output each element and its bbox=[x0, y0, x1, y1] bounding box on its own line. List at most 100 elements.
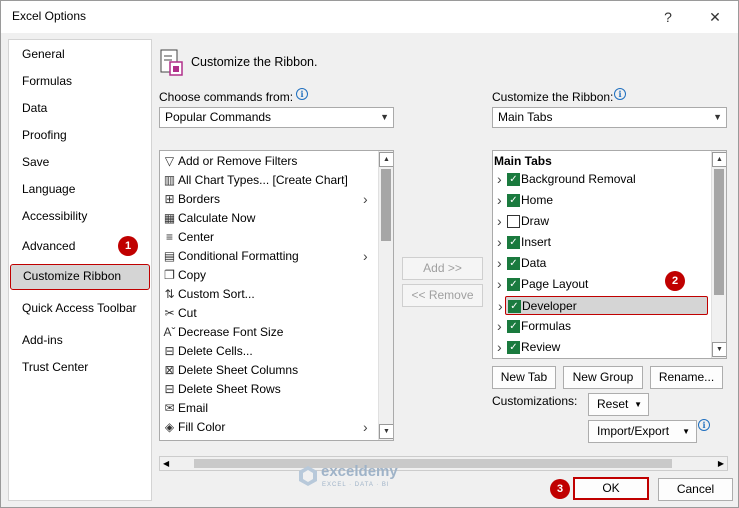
tab-tree-item[interactable]: › ✓ Review bbox=[493, 338, 709, 357]
customize-ribbon-value: Main Tabs bbox=[498, 110, 553, 124]
scroll-thumb[interactable] bbox=[381, 169, 391, 241]
command-item[interactable]: ❐ Copy bbox=[160, 266, 376, 285]
customize-ribbon-dropdown[interactable]: Main Tabs ▼ bbox=[492, 107, 727, 128]
horizontal-scrollbar[interactable]: ◀ ▶ bbox=[159, 456, 728, 471]
tab-label: Formulas bbox=[521, 319, 572, 333]
command-item[interactable]: ≡ Center bbox=[160, 228, 376, 247]
borders-icon: ⊞ bbox=[164, 192, 175, 206]
command-item[interactable]: ▦ Calculate Now bbox=[160, 209, 376, 228]
command-item[interactable]: ⊞ Borders › bbox=[160, 190, 376, 209]
scroll-up-icon[interactable]: ▲ bbox=[379, 152, 393, 167]
tab-tree-item[interactable]: › ✓ Background Removal bbox=[493, 170, 709, 189]
nav-item-data[interactable]: Data bbox=[9, 95, 151, 121]
tab-checkbox[interactable]: ✓ bbox=[507, 236, 520, 249]
close-icon[interactable]: ✕ bbox=[700, 5, 730, 29]
nav-item-general[interactable]: General bbox=[9, 41, 151, 67]
tab-label: Background Removal bbox=[521, 172, 636, 186]
submenu-arrow-icon: › bbox=[363, 419, 368, 435]
tab-checkbox[interactable]: ✓ bbox=[507, 257, 520, 270]
tab-tree-item[interactable]: › ✓ Home bbox=[493, 191, 709, 210]
choose-commands-label: Choose commands from: bbox=[159, 90, 294, 104]
scroll-right-icon[interactable]: ▶ bbox=[718, 457, 724, 470]
choose-commands-value: Popular Commands bbox=[165, 110, 272, 124]
import-export-dropdown[interactable]: Import/Export ▼ bbox=[588, 420, 697, 443]
tab-checkbox[interactable]: ✓ bbox=[507, 320, 520, 333]
info-icon: i bbox=[698, 419, 710, 431]
command-item[interactable]: ◈ Fill Color › bbox=[160, 418, 376, 437]
command-label: Cut bbox=[178, 306, 197, 320]
main-tabs-tree[interactable]: Main Tabs › ✓ Background Removal › ✓ Home › Dra… bbox=[492, 150, 727, 359]
command-item[interactable]: ▽ Add or Remove Filters bbox=[160, 152, 376, 171]
step-badge-1: 1 bbox=[118, 236, 138, 256]
command-item[interactable]: Aˇ Decrease Font Size bbox=[160, 323, 376, 342]
submenu-arrow-icon: › bbox=[363, 248, 368, 264]
tabs-scrollbar[interactable]: ▲ ▼ bbox=[711, 151, 726, 358]
exceldemy-logo-icon bbox=[299, 466, 317, 486]
cancel-button[interactable]: Cancel bbox=[658, 478, 733, 501]
expand-chevron-icon[interactable]: › bbox=[497, 338, 502, 357]
nav-item-accessibility[interactable]: Accessibility bbox=[9, 203, 151, 229]
command-item[interactable]: ⇅ Custom Sort... bbox=[160, 285, 376, 304]
command-item[interactable]: ▤ Conditional Formatting › bbox=[160, 247, 376, 266]
nav-item-quick-access-toolbar[interactable]: Quick Access Toolbar bbox=[9, 295, 151, 321]
tab-tree-item[interactable]: › Draw bbox=[493, 212, 709, 231]
expand-chevron-icon[interactable]: › bbox=[497, 212, 502, 231]
scroll-up-icon[interactable]: ▲ bbox=[712, 152, 726, 167]
command-label: Email bbox=[178, 401, 209, 415]
nav-item-proofing[interactable]: Proofing bbox=[9, 122, 151, 148]
hscroll-thumb[interactable] bbox=[194, 459, 672, 468]
tab-checkbox[interactable]: ✓ bbox=[507, 341, 520, 354]
commands-scrollbar[interactable]: ▲ ▼ bbox=[378, 151, 393, 440]
command-label: Fill Color bbox=[178, 420, 226, 434]
delete-cells-icon: ⊟ bbox=[164, 344, 175, 358]
tab-tree-item[interactable]: › ✓ Insert bbox=[493, 233, 709, 252]
expand-chevron-icon[interactable]: › bbox=[497, 317, 502, 336]
ok-button[interactable]: OK bbox=[573, 477, 649, 500]
rename-button[interactable]: Rename... bbox=[650, 366, 723, 389]
nav-item-save[interactable]: Save bbox=[9, 149, 151, 175]
tab-tree-item[interactable]: › ✓ Formulas bbox=[493, 317, 709, 336]
tab-checkbox[interactable] bbox=[507, 215, 520, 228]
command-item[interactable]: ⊠ Delete Sheet Columns bbox=[160, 361, 376, 380]
chart-icon: ▥ bbox=[163, 173, 176, 187]
nav-item-customize-ribbon[interactable]: Customize Ribbon bbox=[10, 264, 150, 290]
expand-chevron-icon[interactable]: › bbox=[497, 275, 502, 294]
scroll-thumb[interactable] bbox=[714, 169, 724, 295]
add-button[interactable]: Add >> bbox=[402, 257, 483, 280]
expand-chevron-icon[interactable]: › bbox=[497, 191, 502, 210]
scroll-down-icon[interactable]: ▼ bbox=[379, 424, 393, 439]
tab-checkbox[interactable]: ✓ bbox=[507, 278, 520, 291]
customize-ribbon-label: Customize the Ribbon: bbox=[492, 90, 614, 104]
tab-checkbox[interactable]: ✓ bbox=[507, 173, 520, 186]
scroll-left-icon[interactable]: ◀ bbox=[163, 457, 169, 470]
commands-list[interactable]: ▽ Add or Remove Filters ▥ All Chart Types..… bbox=[159, 150, 394, 441]
nav-item-add-ins[interactable]: Add-ins bbox=[9, 327, 151, 353]
scroll-down-icon[interactable]: ▼ bbox=[712, 342, 726, 357]
choose-commands-dropdown[interactable]: Popular Commands ▼ bbox=[159, 107, 394, 128]
nav-item-trust-center[interactable]: Trust Center bbox=[9, 354, 151, 380]
expand-chevron-icon[interactable]: › bbox=[497, 233, 502, 252]
command-item[interactable]: ⊟ Delete Sheet Rows bbox=[160, 380, 376, 399]
command-item[interactable]: ✂ Cut bbox=[160, 304, 376, 323]
tab-checkbox[interactable]: ✓ bbox=[508, 300, 521, 313]
nav-item-formulas[interactable]: Formulas bbox=[9, 68, 151, 94]
new-group-button[interactable]: New Group bbox=[563, 366, 643, 389]
tab-checkbox[interactable]: ✓ bbox=[507, 194, 520, 207]
tab-tree-item[interactable]: › ✓ Developer bbox=[498, 296, 708, 315]
expand-chevron-icon[interactable]: › bbox=[497, 170, 502, 189]
nav-item-language[interactable]: Language bbox=[9, 176, 151, 202]
expand-chevron-icon[interactable]: › bbox=[497, 254, 502, 273]
command-item[interactable]: ▥ All Chart Types... [Create Chart] bbox=[160, 171, 376, 190]
help-icon[interactable]: ? bbox=[653, 5, 683, 29]
expand-chevron-icon[interactable]: › bbox=[498, 297, 503, 316]
command-label: All Chart Types... [Create Chart] bbox=[178, 173, 348, 187]
new-tab-button[interactable]: New Tab bbox=[492, 366, 556, 389]
command-item[interactable]: ✉ Email bbox=[160, 399, 376, 418]
scissors-icon: ✂ bbox=[164, 306, 175, 320]
reset-dropdown[interactable]: Reset ▼ bbox=[588, 393, 649, 416]
remove-button[interactable]: << Remove bbox=[402, 284, 483, 307]
command-label: Copy bbox=[178, 268, 207, 282]
command-item[interactable]: ⊟ Delete Cells... bbox=[160, 342, 376, 361]
command-label: Custom Sort... bbox=[178, 287, 255, 301]
command-label: Delete Sheet Rows bbox=[178, 382, 281, 396]
